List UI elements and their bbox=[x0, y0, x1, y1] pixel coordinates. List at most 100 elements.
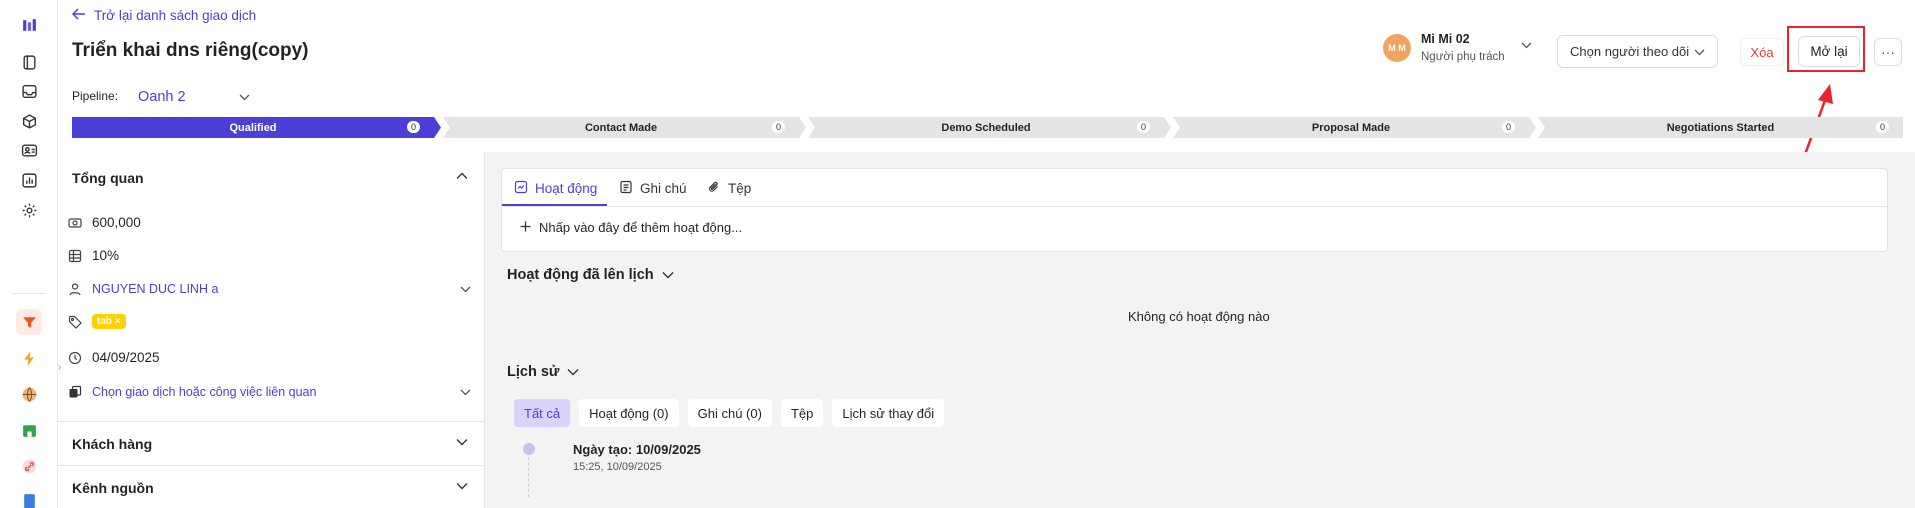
stage-label: Demo Scheduled bbox=[941, 121, 1031, 134]
pipeline-select[interactable]: Oanh 2 bbox=[138, 89, 250, 105]
report-icon[interactable] bbox=[16, 167, 42, 193]
follower-select[interactable]: Chọn người theo dõi bbox=[1557, 35, 1718, 68]
stage-demo-scheduled[interactable]: Demo Scheduled 0 bbox=[808, 117, 1164, 138]
probability-value: 10% bbox=[92, 248, 120, 263]
filter-change-history[interactable]: Lịch sử thay đổi bbox=[832, 399, 945, 427]
chevron-down-icon bbox=[1521, 37, 1532, 52]
related-items-row[interactable]: Chọn giao dịch hoặc công việc liên quan bbox=[68, 384, 471, 399]
empty-state-text: Không có hoạt động nào bbox=[1128, 309, 1270, 324]
overview-section-header[interactable]: Tổng quan bbox=[72, 169, 469, 186]
left-rail bbox=[0, 0, 58, 508]
settings-gear-icon[interactable] bbox=[16, 197, 42, 223]
scheduled-activities-header[interactable]: Hoạt động đã lên lịch bbox=[507, 267, 674, 283]
stage-contact-made[interactable]: Contact Made 0 bbox=[443, 117, 799, 138]
stage-count: 0 bbox=[406, 121, 420, 133]
close-date: 04/09/2025 bbox=[92, 350, 160, 365]
customer-section-header[interactable]: Khách hàng bbox=[72, 435, 469, 452]
panel-collapse-icon[interactable]: › bbox=[58, 362, 68, 380]
tag-label: tab bbox=[97, 316, 112, 327]
link-icon[interactable] bbox=[16, 453, 42, 479]
chevron-up-icon bbox=[455, 169, 469, 186]
chevron-down-icon bbox=[239, 89, 250, 105]
stage-label: Proposal Made bbox=[1311, 121, 1391, 134]
related-items-select[interactable]: Chọn giao dịch hoặc công việc liên quan bbox=[92, 385, 316, 399]
tab-files[interactable]: Tệp bbox=[707, 180, 751, 197]
timeline-entry-time: 15:25, 10/09/2025 bbox=[573, 461, 662, 473]
chevron-down-icon bbox=[455, 479, 469, 496]
box-icon[interactable] bbox=[16, 108, 42, 134]
delete-button[interactable]: Xóa bbox=[1740, 38, 1784, 66]
funnel-icon[interactable] bbox=[16, 309, 42, 335]
globe-icon[interactable] bbox=[16, 381, 42, 407]
stage-count: 0 bbox=[1136, 121, 1150, 133]
history-header[interactable]: Lịch sử bbox=[507, 364, 579, 380]
back-link-label: Trở lại danh sách giao dịch bbox=[94, 8, 257, 23]
tags-row: tab × bbox=[68, 314, 471, 329]
activity-icon bbox=[514, 180, 528, 197]
history-filters: Tất cả Hoạt động (0) Ghi chú (0) Tệp Lịc… bbox=[514, 399, 945, 427]
store-icon[interactable] bbox=[16, 417, 42, 443]
chevron-down-icon bbox=[567, 364, 579, 380]
stage-proposal-made[interactable]: Proposal Made 0 bbox=[1173, 117, 1529, 138]
arrow-left-icon bbox=[71, 8, 86, 23]
contact-person-link[interactable]: NGUYEN DUC LINH a bbox=[92, 282, 218, 296]
money-icon bbox=[68, 216, 82, 230]
stage-count: 0 bbox=[1501, 121, 1515, 133]
history-title: Lịch sử bbox=[507, 364, 560, 380]
filter-all[interactable]: Tất cả bbox=[514, 399, 571, 427]
add-activity-placeholder: Nhấp vào đây để thêm hoạt động... bbox=[539, 220, 743, 235]
contact-card-icon[interactable] bbox=[16, 137, 42, 163]
owner-selector[interactable]: M M Mi Mi 02 Người phụ trách bbox=[1383, 32, 1532, 63]
tag-chip[interactable]: tab × bbox=[92, 314, 126, 329]
stage-label: Qualified bbox=[229, 121, 277, 134]
book-icon[interactable] bbox=[16, 49, 42, 75]
back-link[interactable]: Trở lại danh sách giao dịch bbox=[71, 8, 257, 23]
copy-icon bbox=[68, 385, 82, 399]
filter-activities[interactable]: Hoạt động (0) bbox=[579, 399, 679, 427]
section-divider bbox=[58, 465, 485, 466]
source-section-header[interactable]: Kênh nguồn bbox=[72, 479, 469, 496]
filter-notes[interactable]: Ghi chú (0) bbox=[687, 399, 772, 427]
page-title: Triển khai dns riêng(copy) bbox=[72, 40, 309, 61]
chevron-down-icon[interactable] bbox=[460, 281, 471, 296]
section-divider bbox=[58, 421, 485, 422]
chevron-down-icon[interactable] bbox=[460, 384, 471, 399]
user-icon bbox=[68, 282, 82, 296]
customer-section-title: Khách hàng bbox=[72, 435, 153, 452]
scheduled-title: Hoạt động đã lên lịch bbox=[507, 267, 654, 283]
lightning-icon[interactable] bbox=[16, 345, 42, 371]
timeline-line bbox=[528, 457, 529, 497]
tag-remove-icon[interactable]: × bbox=[115, 316, 121, 327]
tabs-divider bbox=[502, 206, 1889, 207]
app-logo-icon[interactable] bbox=[16, 12, 42, 38]
chevron-down-icon bbox=[662, 267, 674, 283]
owner-name: Mi Mi 02 bbox=[1421, 32, 1470, 46]
stage-label: Negotiations Started bbox=[1666, 121, 1775, 134]
deal-value-row: 600,000 bbox=[68, 215, 471, 230]
close-date-row: 04/09/2025 bbox=[68, 350, 471, 365]
filter-files[interactable]: Tệp bbox=[780, 399, 824, 427]
timeline-entry-title: Ngày tạo: 10/09/2025 bbox=[573, 442, 701, 457]
stage-count: 0 bbox=[1875, 121, 1889, 133]
add-activity-input[interactable]: Nhấp vào đây để thêm hoạt động... bbox=[520, 220, 742, 235]
stage-negotiations-started[interactable]: Negotiations Started 0 bbox=[1538, 117, 1903, 138]
stage-count: 0 bbox=[771, 121, 785, 133]
more-options-button[interactable]: ··· bbox=[1874, 38, 1902, 66]
paperclip-icon bbox=[707, 180, 721, 197]
avatar: M M bbox=[1383, 33, 1411, 62]
pipeline-label: Pipeline: bbox=[72, 89, 119, 103]
tab-activity[interactable]: Hoạt động bbox=[514, 180, 597, 197]
contact-person-row[interactable]: NGUYEN DUC LINH a bbox=[68, 281, 471, 296]
follower-placeholder: Chọn người theo dõi bbox=[1570, 44, 1690, 59]
inbox-icon[interactable] bbox=[16, 78, 42, 104]
tab-notes[interactable]: Ghi chú bbox=[619, 180, 687, 197]
rail-divider bbox=[12, 293, 46, 294]
probability-row: 10% bbox=[68, 248, 471, 263]
stage-qualified[interactable]: Qualified 0 bbox=[72, 117, 434, 138]
chevron-down-icon bbox=[1694, 44, 1705, 59]
deal-details-panel: Tổng quan 600,000 10% NGUYEN DUC LINH a … bbox=[58, 152, 485, 508]
pipeline-value: Oanh 2 bbox=[138, 89, 186, 105]
percent-table-icon bbox=[68, 249, 82, 263]
document-icon[interactable] bbox=[16, 488, 42, 508]
annotation-highlight-box bbox=[1787, 26, 1865, 72]
